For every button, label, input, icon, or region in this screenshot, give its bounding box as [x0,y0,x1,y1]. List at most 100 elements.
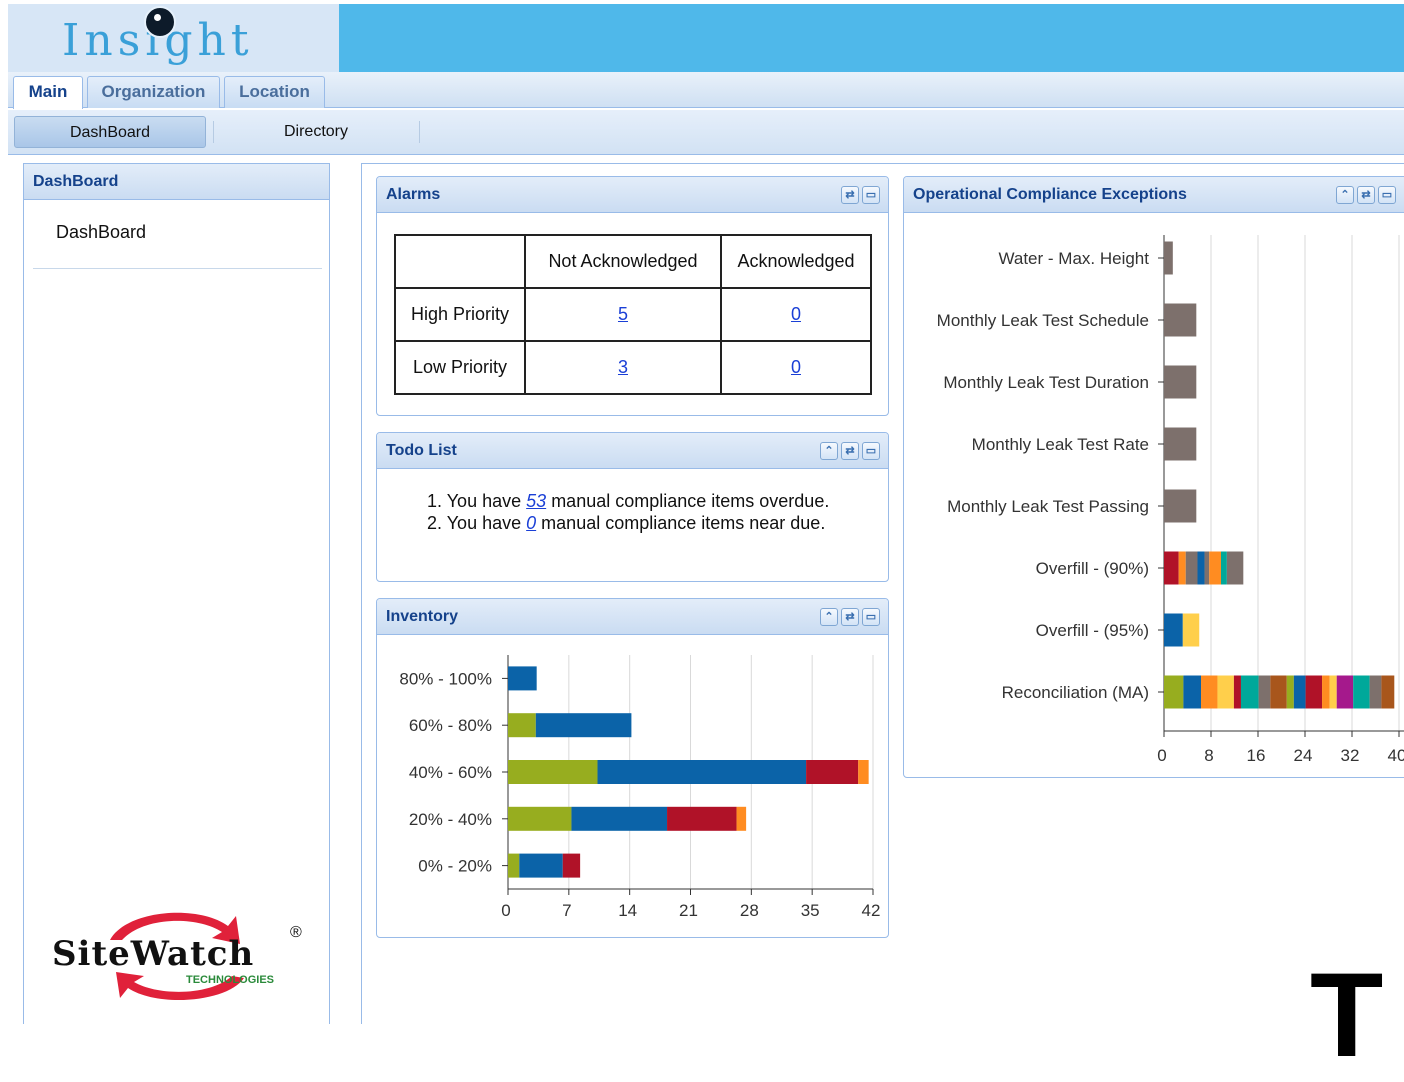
bar-segment [1270,675,1287,709]
bar-segment [508,806,572,831]
collapse-icon[interactable]: ⌃ [820,608,838,626]
x-tick-label: 42 [862,901,881,920]
tab-location[interactable]: Location [224,76,325,108]
bar-segment [1305,675,1323,709]
bar-segment [1258,675,1271,709]
list-item: 1. You have 53 manual compliance items o… [427,491,830,511]
x-tick-label: 21 [679,901,698,920]
inventory-chart: 0 7 14 21 28 35 42 80% - 100% 60% - 80% 40% - 60%… [399,655,881,920]
table-cell: 3 [524,340,722,395]
todo-portlet: Todo List ⌃ ⇄ ▭ 1. You have 53 manual co… [376,432,889,582]
maximize-icon[interactable]: ▭ [1378,186,1396,204]
y-tick-label: 80% - 100% [399,669,492,688]
overdue-count-link[interactable]: 53 [526,491,546,511]
bar-segment [519,853,563,878]
subnav-directory[interactable]: Directory [220,116,412,148]
tab-organization[interactable]: Organization [87,76,220,108]
x-tick-label: 8 [1204,746,1213,765]
bar-segment [806,760,859,784]
bar-segment [562,853,581,878]
bar-segment [1201,675,1218,709]
todo-list: 1. You have 53 manual compliance items o… [427,490,829,534]
table-row: Low Priority 3 0 [394,340,872,395]
bar-segment [1164,303,1197,337]
bar-segment [535,713,632,738]
maximize-icon[interactable]: ▭ [862,442,880,460]
low-ack-link[interactable]: 0 [791,357,801,377]
bar-segment [1182,613,1200,647]
y-tick-label: Monthly Leak Test Duration [943,373,1149,392]
x-tick-label: 35 [801,901,820,920]
bar-segment [1164,551,1179,585]
bar-segment [571,806,668,831]
alarms-portlet: Alarms ⇄ ▭ Not Acknowledged Acknowledged… [376,176,889,416]
high-not-ack-link[interactable]: 5 [618,304,628,324]
collapse-icon[interactable]: ⌃ [1336,186,1354,204]
portlet-tools: ⌃ ⇄ ▭ [1336,186,1396,204]
row-label: High Priority [394,287,526,342]
portlet-tools: ⌃ ⇄ ▭ [820,442,880,460]
maximize-icon[interactable]: ▭ [862,186,880,204]
registered-mark: ® [290,924,302,941]
compliance-portlet: Operational Compliance Exceptions ⌃ ⇄ ▭ … [903,176,1404,778]
x-tick-label: 24 [1294,746,1313,765]
bar-segment [1164,675,1184,709]
y-tick-label: 20% - 40% [409,810,492,829]
refresh-icon[interactable]: ⇄ [841,608,859,626]
y-tick-label: 0% - 20% [418,857,492,876]
refresh-icon[interactable]: ⇄ [1357,186,1375,204]
y-tick-label: Water - Max. Height [998,249,1149,268]
brand-name: SiteWatch [52,934,255,974]
bar-segment [1164,427,1197,461]
high-ack-link[interactable]: 0 [791,304,801,324]
table-cell: 0 [720,340,872,395]
bar-segment [1164,489,1197,523]
refresh-icon[interactable]: ⇄ [841,186,859,204]
compliance-title: Operational Compliance Exceptions [904,177,1404,213]
subnav-dashboard[interactable]: DashBoard [14,116,206,148]
bar-segment [1209,551,1221,585]
x-tick-label: 0 [1157,746,1166,765]
partial-letter: T [1310,948,1384,1082]
bar-segment [508,760,598,784]
y-tick-label: Monthly Leak Test Rate [972,435,1149,454]
y-tick-label: 40% - 60% [409,763,492,782]
collapse-icon[interactable]: ⌃ [820,442,838,460]
logo-eye-icon [144,6,176,38]
bar-segment [1197,551,1205,585]
x-tick-label: 32 [1341,746,1360,765]
low-not-ack-link[interactable]: 3 [618,357,628,377]
row-label: Low Priority [394,340,526,395]
bar-segment [736,806,747,831]
bar-segment [667,806,737,831]
bar-segment [508,713,536,738]
bar-segment [1226,551,1244,585]
bar-segment [1178,551,1186,585]
maximize-icon[interactable]: ▭ [862,608,880,626]
bar-segment [1204,551,1210,585]
refresh-icon[interactable]: ⇄ [841,442,859,460]
list-item: 2. You have 0 manual compliance items ne… [427,513,826,533]
bar-segment [1353,675,1370,709]
tab-main[interactable]: Main [13,76,83,109]
bar-segment [1217,675,1234,709]
brand-tagline: TECHNOLOGIES [186,974,275,986]
x-tick-label: 14 [618,901,637,920]
left-nav-item-dashboard[interactable]: DashBoard [56,222,146,243]
bar-segment [597,760,807,784]
bar-segment [1322,675,1330,709]
y-tick-label: Monthly Leak Test Passing [947,497,1149,516]
bar-segment [1381,675,1395,709]
table-cell: 0 [720,287,872,342]
alarms-table: Not Acknowledged Acknowledged High Prior… [394,234,872,395]
portlet-tools: ⇄ ▭ [841,186,880,204]
bar-segment [1164,365,1197,399]
compliance-chart: 0 8 16 24 32 40 Water - Max. Height Monthly Lea… [937,235,1404,765]
portlet-tools: ⌃ ⇄ ▭ [820,608,880,626]
bar-segment [1164,613,1183,647]
table-row: High Priority 5 0 [394,287,872,342]
bar-segment [1183,675,1202,709]
near-due-count-link[interactable]: 0 [526,513,536,533]
bar-segment [1185,551,1198,585]
left-panel-title: DashBoard [24,164,329,200]
